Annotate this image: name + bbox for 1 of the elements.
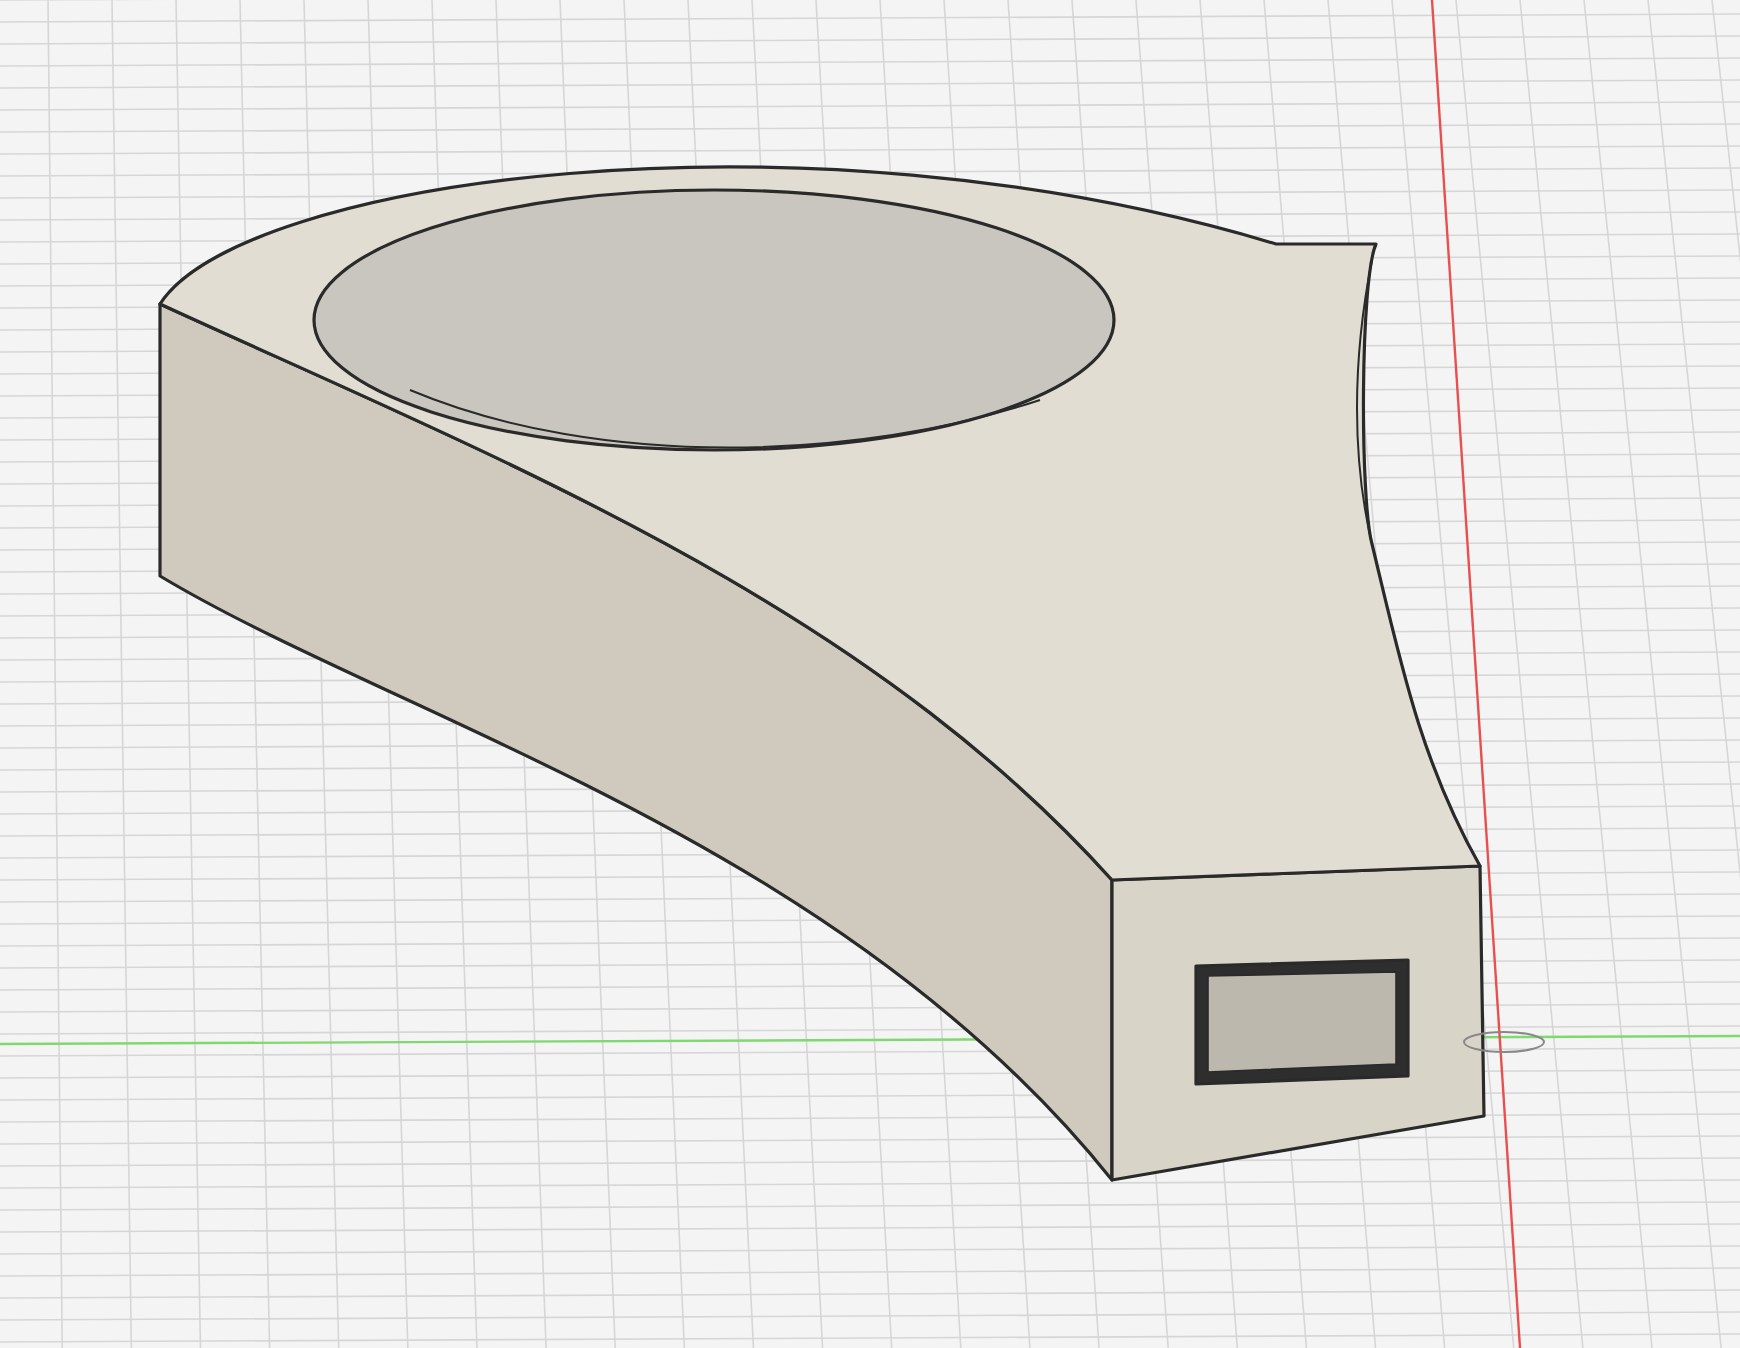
origin-marker: [1463, 1031, 1545, 1053]
